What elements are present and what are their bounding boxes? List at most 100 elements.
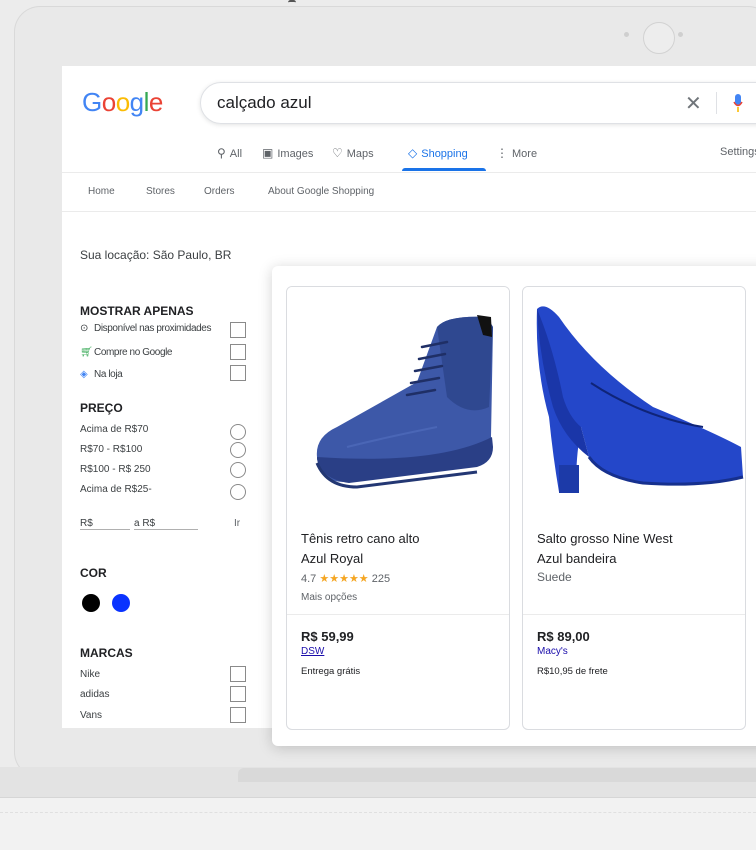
logo-letter: e: [148, 87, 163, 117]
tab-settings[interactable]: Settings: [720, 146, 756, 158]
logo-letter: o: [115, 87, 130, 117]
price-heading: PREÇO: [80, 401, 123, 415]
google-logo[interactable]: Google: [82, 87, 163, 118]
product-price: R$ 59,99: [301, 629, 354, 644]
image-icon: ▣: [262, 146, 274, 160]
product-title-line2: Azul Royal: [301, 551, 364, 566]
camera-dot-left: [624, 32, 629, 37]
price-option: R$70 - R$100: [80, 444, 143, 455]
subnav-orders[interactable]: Orders: [204, 186, 235, 197]
brand-option: adidas: [80, 689, 110, 700]
search-query[interactable]: calçado azul: [217, 93, 312, 113]
radio-price-1[interactable]: [230, 442, 246, 458]
product-rating: 4.7 ★★★★★ 225: [301, 572, 390, 585]
product-title-line1: Tênis retro cano alto: [301, 531, 420, 546]
search-icon: ⚲: [217, 146, 226, 160]
logo-letter: G: [82, 87, 102, 117]
map-pin-icon: ♡: [332, 146, 343, 160]
filter-in-store-label: Na loja: [94, 369, 123, 380]
filter-buy-on-google: 🛒︎ Compre no Google: [80, 347, 172, 358]
product-card[interactable]: Tênis retro cano alto Azul Royal 4.7 ★★★…: [286, 286, 510, 730]
product-price: R$ 89,00: [537, 629, 590, 644]
color-swatch-black[interactable]: [82, 594, 100, 612]
cart-icon: 🛒︎: [80, 347, 93, 358]
tag-icon: ◇: [408, 146, 418, 160]
search-divider: [716, 92, 717, 114]
more-options-link[interactable]: Mais opções: [301, 592, 357, 603]
tab-more[interactable]: ⋮ More: [496, 146, 537, 160]
subnav-home[interactable]: Home: [88, 186, 115, 197]
product-title[interactable]: Tênis retro cano alto Azul Royal: [301, 529, 497, 569]
shipping-info: Entrega grátis: [301, 666, 361, 677]
product-results-panel: Tênis retro cano alto Azul Royal 4.7 ★★★…: [272, 266, 756, 746]
go-button[interactable]: Ir: [234, 518, 240, 529]
brand-option: Vans: [80, 710, 103, 721]
tab-more-label: More: [512, 148, 538, 160]
filter-nearby: ⊙ Disponível nas proximidades: [80, 323, 211, 334]
location-text: Sua locação: São Paulo, BR: [80, 248, 232, 262]
filter-in-store: ◈ Na loja: [80, 369, 123, 380]
camera-dot-right: [678, 32, 683, 37]
tab-all-label: All: [229, 148, 243, 160]
checkbox-in-store[interactable]: [230, 365, 246, 381]
radio-price-2[interactable]: [230, 462, 246, 478]
search-tabs: ⚲ All ▣ Images ♡ Maps ◇ Shopping ⋮ More Setti…: [62, 140, 756, 173]
tab-maps[interactable]: ♡ Maps: [332, 146, 374, 160]
checkbox-brand-nike[interactable]: [230, 666, 246, 682]
shipping-info: R$10,95 de frete: [537, 666, 608, 677]
star-rating-icon: ★★★★★: [319, 573, 369, 585]
filter-buy-on-google-label: Compre no Google: [94, 347, 173, 358]
review-count: 225: [371, 573, 391, 585]
product-image-sneaker[interactable]: [287, 287, 509, 507]
rating-value: 4.7: [301, 573, 317, 585]
product-title-line2: Azul bandeira: [537, 551, 617, 566]
product-subtitle: Suede: [537, 570, 572, 584]
product-title[interactable]: Salto grosso Nine West Azul bandeira: [537, 529, 733, 569]
min-price-field[interactable]: R$: [80, 518, 130, 530]
max-price-field[interactable]: a R$: [134, 518, 198, 530]
checkbox-brand-vans[interactable]: [230, 707, 246, 723]
tab-images-label: Images: [277, 148, 314, 160]
color-heading: COR: [80, 566, 107, 580]
tab-shopping[interactable]: ◇ Shopping: [408, 146, 468, 160]
checkbox-nearby[interactable]: [230, 322, 246, 338]
tab-all[interactable]: ⚲ All: [217, 146, 242, 160]
subnav-about[interactable]: About Google Shopping: [268, 186, 374, 197]
keyboard-edge: [0, 812, 756, 815]
checkbox-buy-on-google[interactable]: [230, 344, 246, 360]
product-title-line1: Salto grosso Nine West: [537, 531, 673, 546]
active-tab-indicator: [402, 168, 486, 171]
show-only-heading: MOSTRAR APENAS: [80, 304, 194, 318]
card-divider: [287, 614, 509, 615]
laptop-base: [0, 797, 756, 850]
radio-price-3[interactable]: [230, 484, 246, 500]
shopping-subnav: Home Stores Orders About Google Shopping: [62, 173, 756, 212]
tab-shopping-label: Shopping: [421, 148, 468, 160]
product-card[interactable]: Salto grosso Nine West Azul bandeira Sue…: [522, 286, 746, 730]
logo-letter: g: [129, 87, 144, 117]
price-option: Acima de R$25-: [80, 484, 152, 495]
brand-option: Nike: [80, 669, 101, 680]
logo-letter: o: [101, 87, 116, 117]
hinge-notch: [238, 768, 756, 782]
tag-icon: ◈: [80, 369, 88, 380]
price-option: R$100 - R$ 250: [80, 464, 151, 475]
store-link[interactable]: DSW: [301, 646, 324, 657]
color-swatch-blue[interactable]: [112, 594, 130, 612]
price-option: Acima de R$70: [80, 424, 149, 435]
product-image-heel[interactable]: [523, 287, 745, 507]
microphone-icon[interactable]: [733, 92, 743, 114]
search-box[interactable]: calçado azul ✕: [200, 82, 756, 124]
radio-price-0[interactable]: [230, 424, 246, 440]
tab-maps-label: Maps: [346, 148, 374, 160]
checkbox-brand-adidas[interactable]: [230, 686, 246, 702]
brands-heading: MARCAS: [80, 646, 133, 660]
tab-images[interactable]: ▣ Images: [262, 146, 313, 160]
top-mark: [288, 0, 296, 5]
more-vertical-icon: ⋮: [496, 146, 508, 160]
subnav-stores[interactable]: Stores: [146, 186, 175, 197]
location-pin-icon: ⊙: [80, 323, 88, 334]
store-link[interactable]: Macy's: [537, 646, 568, 657]
clear-icon[interactable]: ✕: [685, 91, 702, 116]
card-divider: [523, 614, 745, 615]
